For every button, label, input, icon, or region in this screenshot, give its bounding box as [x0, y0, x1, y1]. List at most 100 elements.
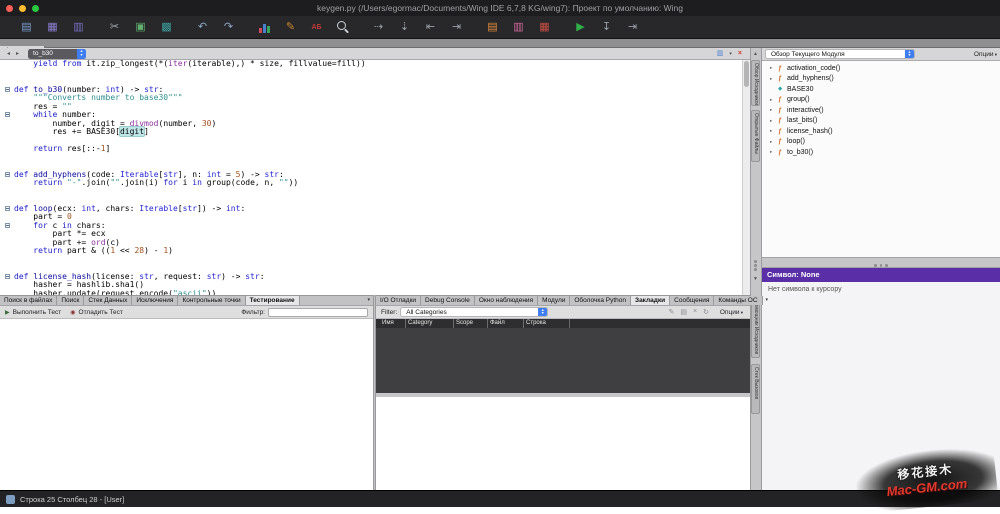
- fold-icon[interactable]: [5, 87, 10, 92]
- scrollbar-thumb[interactable]: [744, 61, 749, 87]
- module-scope-dropdown[interactable]: Обзор Текущего Модуля ▲▼: [765, 49, 915, 59]
- code-line[interactable]: return res[::-1]: [0, 145, 742, 154]
- toolbar-search-icon[interactable]: [334, 19, 351, 36]
- toolbar-step-restart-icon[interactable]: ↧: [598, 19, 615, 36]
- code-line[interactable]: return part & ((1 << 28) - 1): [0, 247, 742, 256]
- testing-tab-5[interactable]: Тестирование: [246, 296, 300, 305]
- toolbar-debug-io-icon[interactable]: ▥: [510, 19, 527, 36]
- disclosure-icon[interactable]: ▸: [770, 97, 778, 103]
- disclosure-icon[interactable]: ▸: [770, 107, 778, 113]
- bookmarks-tab-5[interactable]: Закладки: [631, 296, 670, 305]
- code-line[interactable]: res = "": [0, 103, 742, 112]
- toolbar-step-over-icon[interactable]: ⇢: [370, 19, 387, 36]
- column-header[interactable]: Имя: [380, 319, 406, 328]
- bookmarks-tab-2[interactable]: Окно наблюдения: [475, 296, 538, 305]
- toolbar-paste-icon[interactable]: ▩: [158, 19, 175, 36]
- disclosure-icon[interactable]: ▸: [770, 118, 778, 124]
- testing-tab-4[interactable]: Контрольные точки: [178, 296, 245, 305]
- toolbar-save-all-icon[interactable]: ▥: [70, 19, 87, 36]
- editor-split-icon[interactable]: ▥: [717, 49, 724, 59]
- nav-back-icon[interactable]: ◂: [7, 50, 10, 57]
- debug-test-button[interactable]: ◉ Отладить Тест: [70, 309, 123, 316]
- toolbar-save-icon[interactable]: ▦: [44, 19, 61, 36]
- disclosure-icon[interactable]: ▸: [770, 149, 778, 155]
- fold-icon[interactable]: [5, 206, 10, 211]
- testing-tab-3[interactable]: Исключения: [132, 296, 178, 305]
- save-bookmarks-icon[interactable]: ▤: [680, 308, 687, 316]
- toolbar-replace-icon[interactable]: ✎: [282, 19, 299, 36]
- toolbar-step-out-icon[interactable]: ⇤: [422, 19, 439, 36]
- toolbar-undo-icon[interactable]: ↶: [194, 19, 211, 36]
- status-icon[interactable]: [6, 495, 15, 504]
- scroll-up-icon[interactable]: ▲: [753, 51, 758, 57]
- bookmarks-tab-6[interactable]: Сообщения: [670, 296, 714, 305]
- bookmarks-table[interactable]: [376, 328, 750, 393]
- bookmarks-tab-3[interactable]: Модули: [538, 296, 570, 305]
- toolbar-continue-icon[interactable]: ⇥: [624, 19, 641, 36]
- browser-item[interactable]: ◆BASE30: [762, 84, 1000, 95]
- bookmarks-options-button[interactable]: Опции: [720, 309, 743, 316]
- browser-item[interactable]: ▸ƒloop(): [762, 137, 1000, 148]
- browser-item[interactable]: ▸ƒlicense_hash(): [762, 126, 1000, 137]
- browser-item[interactable]: ▸ƒinteractive(): [762, 105, 1000, 116]
- test-filter-input[interactable]: [268, 308, 368, 317]
- toolbar-debug-probe-icon[interactable]: ▤: [484, 19, 501, 36]
- code-line[interactable]: part = 0: [0, 213, 742, 222]
- edit-bookmark-icon[interactable]: ✎: [668, 308, 674, 316]
- column-header[interactable]: Scope: [454, 319, 488, 328]
- code-line[interactable]: res += BASE30[digit]: [0, 128, 742, 137]
- browser-item[interactable]: ▸ƒadd_hyphens(): [762, 74, 1000, 85]
- testing-tab-0[interactable]: Поиск в файлах: [0, 296, 57, 305]
- toolbar-step-into-icon[interactable]: ⇣: [396, 19, 413, 36]
- scroll-down-icon[interactable]: ▼: [753, 276, 758, 282]
- symbol-dropdown[interactable]: to_b30 ▲▼: [28, 49, 86, 59]
- refresh-bookmarks-icon[interactable]: ↻: [703, 308, 709, 316]
- code-line[interactable]: [0, 188, 742, 197]
- toolbar-redo-icon[interactable]: ↷: [220, 19, 237, 36]
- browser-item[interactable]: ▸ƒgroup(): [762, 95, 1000, 106]
- category-filter-dropdown[interactable]: All Categories ▲▼: [400, 307, 548, 317]
- splitter-handle[interactable]: [754, 260, 758, 271]
- dock-tab-top-1[interactable]: Открытые Файлы: [751, 110, 760, 162]
- browser-item[interactable]: ▸ƒto_b30(): [762, 147, 1000, 158]
- bookmarks-tab-1[interactable]: Debug Console: [421, 296, 475, 305]
- toolbar-cut-icon[interactable]: ✂: [106, 19, 123, 36]
- tab-overflow-icon[interactable]: ▾: [763, 296, 772, 305]
- tab-overflow-icon[interactable]: ▾: [364, 296, 373, 305]
- column-header[interactable]: Category: [406, 319, 454, 328]
- fold-icon[interactable]: [5, 172, 10, 177]
- toolbar-copy-icon[interactable]: ▣: [132, 19, 149, 36]
- code-line[interactable]: yield from it.zip_longest(*(iter(iterabl…: [0, 60, 742, 69]
- delete-bookmark-icon[interactable]: ×: [693, 308, 697, 316]
- toolbar-run-to-cursor-icon[interactable]: ⇥: [448, 19, 465, 36]
- disclosure-icon[interactable]: ▸: [770, 139, 778, 145]
- dock-tab-top-0[interactable]: Обзор Исходников: [751, 60, 760, 106]
- column-header[interactable]: Строка: [524, 319, 570, 328]
- column-header[interactable]: Файл: [488, 319, 524, 328]
- browser-item[interactable]: ▸ƒlast_bits(): [762, 116, 1000, 127]
- editor-scrollbar[interactable]: [742, 60, 750, 295]
- toolbar-profiler-icon[interactable]: [256, 19, 273, 36]
- code-line[interactable]: return "-".join("".join(i) for i in grou…: [0, 179, 742, 188]
- toolbar-debug-run-icon[interactable]: ▶: [572, 19, 589, 36]
- testing-tab-1[interactable]: Поиск: [57, 296, 84, 305]
- code-line[interactable]: for c in chars:: [0, 222, 742, 231]
- code-line[interactable]: """Converts number to base30""": [0, 94, 742, 103]
- disclosure-icon[interactable]: ▸: [770, 76, 778, 82]
- right-panel-splitter[interactable]: [762, 257, 1000, 268]
- code-line[interactable]: def loop(ecx: int, chars: Iterable[str])…: [0, 205, 742, 214]
- toolbar-breakpoints-icon[interactable]: ▦: [536, 19, 553, 36]
- toolbar-spellcheck-icon[interactable]: АБ: [308, 19, 325, 36]
- dock-tab-bottom-1[interactable]: Стек Вызовов: [751, 364, 760, 414]
- bookmarks-tab-0[interactable]: I/O Отладки: [376, 296, 421, 305]
- toolbar-new-file-icon[interactable]: ▤: [18, 19, 35, 36]
- disclosure-icon[interactable]: ▸: [770, 65, 778, 71]
- close-editor-icon[interactable]: ×: [738, 49, 742, 59]
- fold-icon[interactable]: [5, 112, 10, 117]
- browser-options-button[interactable]: Опции: [974, 51, 997, 58]
- disclosure-icon[interactable]: ▸: [770, 128, 778, 134]
- code-line[interactable]: [0, 256, 742, 265]
- code-line[interactable]: [0, 137, 742, 146]
- code-line[interactable]: [0, 154, 742, 163]
- fold-icon[interactable]: [5, 223, 10, 228]
